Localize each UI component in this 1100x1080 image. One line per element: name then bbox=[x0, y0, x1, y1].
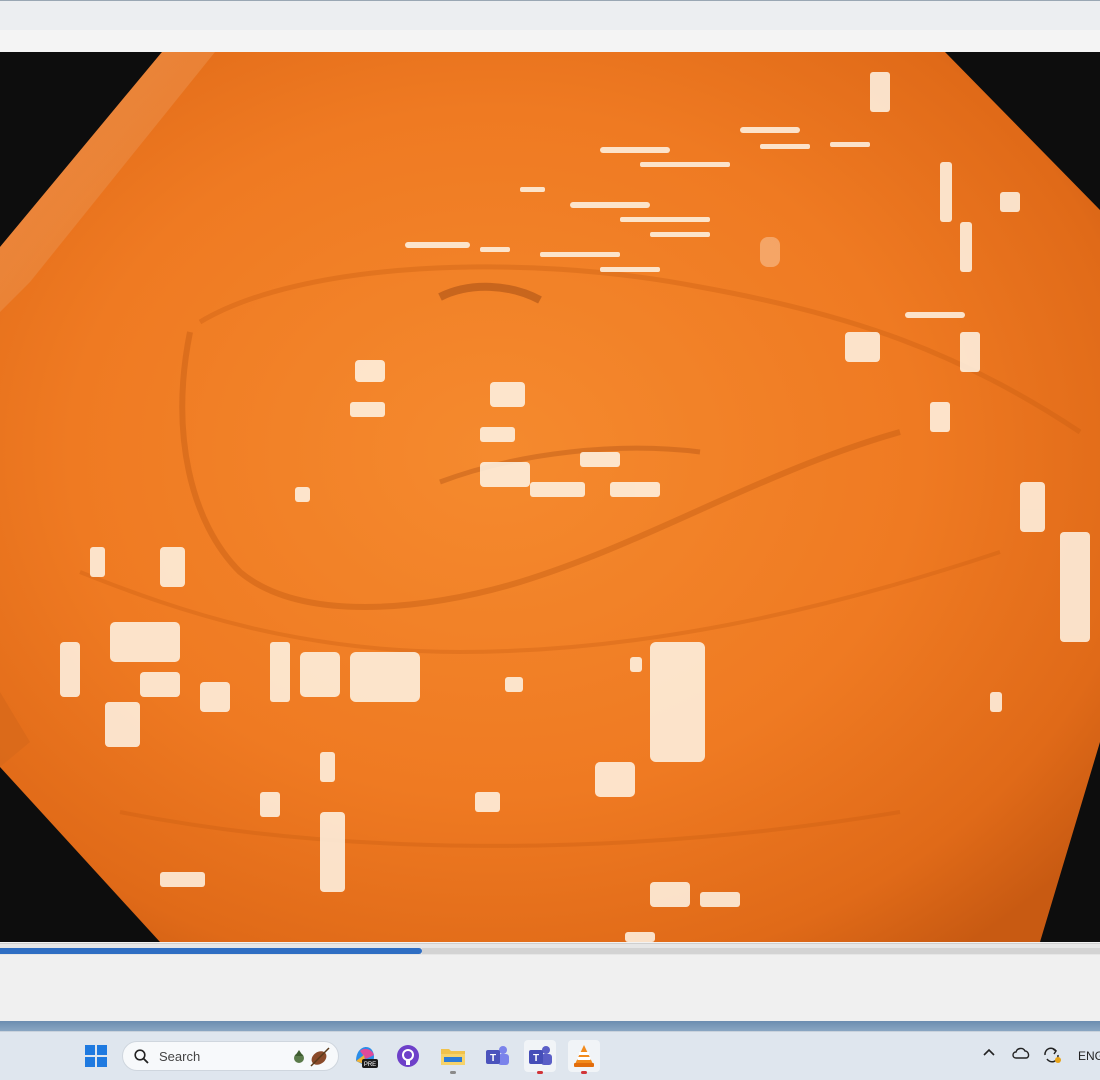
svg-text:T: T bbox=[533, 1053, 539, 1064]
teams-classic-icon[interactable]: T bbox=[481, 1040, 513, 1072]
running-indicator bbox=[450, 1071, 456, 1074]
github-icon[interactable] bbox=[392, 1040, 424, 1072]
language-indicator[interactable]: ENG bbox=[1078, 1049, 1100, 1063]
taskbar: Search PRE T T ENG bbox=[0, 1031, 1100, 1080]
sync-icon[interactable] bbox=[1042, 1046, 1062, 1067]
teams-icon[interactable]: T bbox=[524, 1040, 556, 1074]
window-title-bar bbox=[0, 0, 1100, 30]
vlc-cone-icon[interactable] bbox=[568, 1040, 600, 1074]
endoscopy-image bbox=[0, 52, 1100, 942]
search-label: Search bbox=[159, 1049, 201, 1064]
desktop-background bbox=[0, 1021, 1100, 1031]
copilot-pre-icon[interactable]: PRE bbox=[349, 1040, 381, 1072]
seek-bar-remaining bbox=[422, 948, 1100, 954]
video-frame[interactable] bbox=[0, 52, 1100, 942]
svg-text:T: T bbox=[490, 1053, 496, 1064]
search-highlight-icon bbox=[294, 1047, 330, 1067]
windows-start-icon[interactable] bbox=[80, 1040, 112, 1072]
player-menu-bar bbox=[0, 30, 1100, 53]
svg-text:PRE: PRE bbox=[364, 1062, 376, 1068]
search-icon bbox=[134, 1049, 149, 1064]
onedrive-cloud-icon[interactable] bbox=[1011, 1046, 1031, 1063]
seek-bar[interactable] bbox=[0, 943, 1100, 955]
taskbar-search-box[interactable]: Search bbox=[122, 1041, 339, 1071]
player-controls-panel bbox=[0, 955, 1100, 1021]
running-indicator bbox=[537, 1071, 543, 1074]
folder-icon[interactable] bbox=[437, 1040, 469, 1074]
running-indicator bbox=[581, 1071, 587, 1074]
seek-bar-played bbox=[0, 948, 422, 954]
chevron-up-icon[interactable] bbox=[982, 1046, 996, 1060]
